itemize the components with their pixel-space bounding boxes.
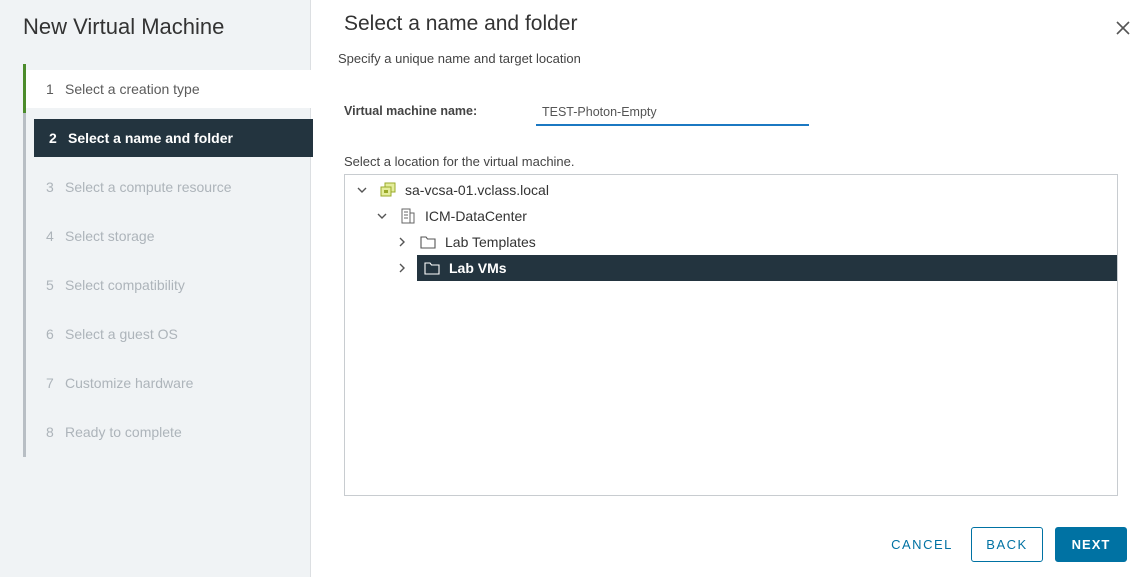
- datacenter-icon: [401, 208, 415, 224]
- step-label: Select a compute resource: [65, 179, 232, 195]
- step-label: Select a creation type: [65, 81, 200, 97]
- tree-item-vcenter[interactable]: sa-vcsa-01.vclass.local: [355, 177, 1115, 203]
- chevron-down-icon[interactable]: [355, 183, 369, 197]
- step-number: 8: [46, 424, 54, 440]
- wizard-steps: 1 Select a creation type 2 Select a name…: [23, 64, 313, 457]
- step-label: Select storage: [65, 228, 155, 244]
- step-number: 7: [46, 375, 54, 391]
- close-icon: [1116, 21, 1130, 35]
- step-customize-hardware: 7 Customize hardware: [26, 364, 313, 402]
- wizard-sidebar: New Virtual Machine 1 Select a creation …: [0, 0, 313, 577]
- folder-icon: [424, 262, 440, 275]
- step-ready-to-complete: 8 Ready to complete: [26, 413, 313, 451]
- tree-item-label: Lab VMs: [449, 260, 507, 276]
- step-select-compute-resource: 3 Select a compute resource: [26, 168, 313, 206]
- wizard-content: Select a name and folder Specify a uniqu…: [311, 0, 1137, 577]
- step-select-creation-type[interactable]: 1 Select a creation type: [26, 70, 313, 108]
- next-button[interactable]: NEXT: [1055, 527, 1127, 562]
- step-number: 6: [46, 326, 54, 342]
- tree-item-label: Lab Templates: [445, 234, 536, 250]
- step-label: Ready to complete: [65, 424, 182, 440]
- tree-item-label: sa-vcsa-01.vclass.local: [405, 182, 549, 198]
- step-select-name-folder[interactable]: 2 Select a name and folder: [34, 119, 313, 157]
- vm-name-input[interactable]: [536, 100, 809, 126]
- location-label: Select a location for the virtual machin…: [344, 154, 575, 169]
- step-select-storage: 4 Select storage: [26, 217, 313, 255]
- chevron-right-icon[interactable]: [395, 235, 409, 249]
- back-button[interactable]: BACK: [971, 527, 1043, 562]
- step-label: Customize hardware: [65, 375, 194, 391]
- step-label: Select a name and folder: [68, 130, 233, 146]
- step-number: 2: [49, 130, 57, 146]
- tree-item-selection[interactable]: Lab VMs: [417, 255, 1117, 281]
- vm-name-label: Virtual machine name:: [344, 104, 478, 118]
- location-tree: sa-vcsa-01.vclass.local ICM-DataCenter L…: [344, 174, 1118, 496]
- chevron-right-icon[interactable]: [395, 261, 409, 275]
- tree-item-label: ICM-DataCenter: [425, 208, 527, 224]
- step-label: Select compatibility: [65, 277, 185, 293]
- tree-item-datacenter[interactable]: ICM-DataCenter: [375, 203, 1115, 229]
- step-number: 5: [46, 277, 54, 293]
- step-number: 1: [46, 81, 54, 97]
- tree-item-lab-vms[interactable]: Lab VMs: [395, 255, 1117, 281]
- page-subtitle: Specify a unique name and target locatio…: [338, 51, 581, 66]
- page-title: Select a name and folder: [344, 12, 578, 35]
- folder-icon: [420, 236, 436, 249]
- step-label: Select a guest OS: [65, 326, 178, 342]
- vcenter-icon: [380, 182, 396, 197]
- cancel-button[interactable]: CANCEL: [883, 527, 961, 562]
- step-number: 4: [46, 228, 54, 244]
- tree-item-lab-templates[interactable]: Lab Templates: [395, 229, 1115, 255]
- chevron-down-icon[interactable]: [375, 209, 389, 223]
- close-button[interactable]: [1113, 18, 1133, 38]
- wizard-title: New Virtual Machine: [23, 14, 225, 39]
- step-select-compatibility: 5 Select compatibility: [26, 266, 313, 304]
- step-number: 3: [46, 179, 54, 195]
- step-select-guest-os: 6 Select a guest OS: [26, 315, 313, 353]
